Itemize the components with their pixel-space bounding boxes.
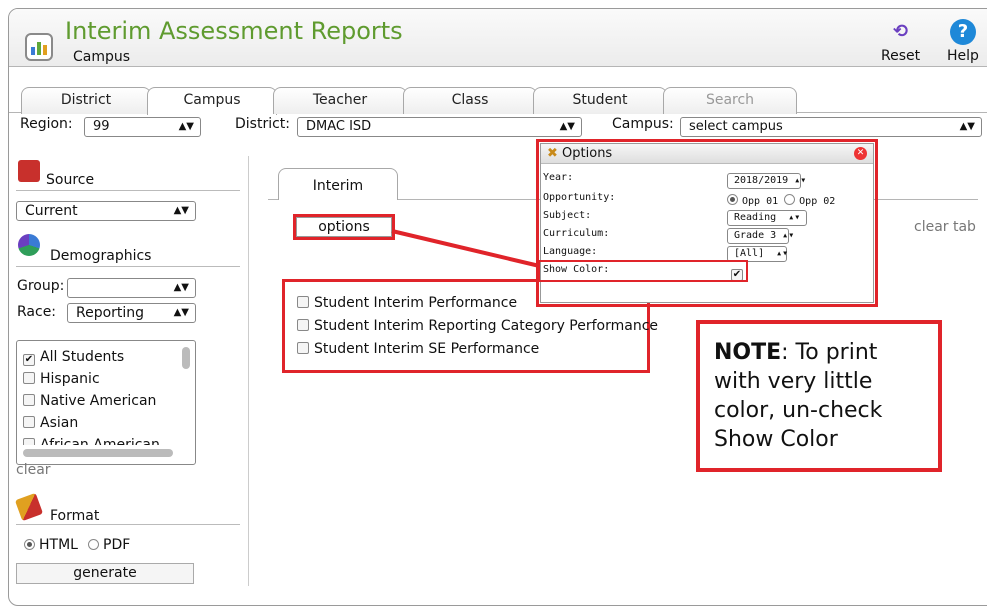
note-bold: NOTE (714, 340, 782, 365)
year-label: Year: (543, 172, 574, 183)
curriculum-label: Curriculum: (543, 228, 610, 239)
opp2-label: Opp 02 (799, 196, 836, 207)
dialog-titlebar: ✖ Options (541, 144, 873, 164)
radio-selected[interactable] (727, 194, 738, 205)
year-select[interactable]: 2018/2019 ▴▾ (727, 173, 806, 189)
year-value: 2018/2019 (734, 175, 789, 186)
opp1-label: Opp 01 (742, 196, 779, 207)
subject-value: Reading (734, 212, 777, 223)
subject-select[interactable]: Reading ▴▾ (727, 210, 807, 226)
opportunity-options[interactable]: Opp 01 Opp 02 (727, 194, 835, 207)
language-label: Language: (543, 246, 598, 257)
show-color-highlight (538, 260, 748, 282)
tools-icon: ✖ (547, 146, 558, 161)
opportunity-label: Opportunity: (543, 192, 616, 203)
language-value: [All] (734, 248, 765, 259)
note-callout: NOTE: To print with very little color, u… (696, 320, 942, 472)
curriculum-select[interactable]: Grade 3 ▴▾ (727, 228, 794, 244)
radio[interactable] (784, 194, 796, 205)
curriculum-value: Grade 3 (734, 230, 777, 241)
subject-label: Subject: (543, 210, 592, 221)
dialog-title: Options (562, 146, 613, 161)
close-icon[interactable]: ✕ (854, 147, 867, 160)
